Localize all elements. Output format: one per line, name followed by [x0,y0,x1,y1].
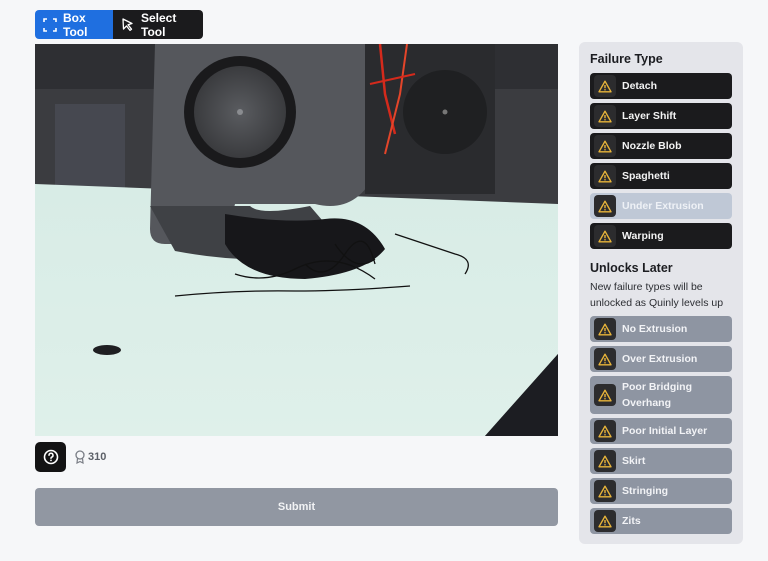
locked-type-label: Over Extrusion [622,353,698,365]
points-value: 310 [88,451,107,463]
failure-type-layer-shift[interactable]: Layer Shift [590,103,732,129]
warning-icon [594,348,616,370]
failure-type-detach[interactable]: Detach [590,73,732,99]
warning-icon [594,225,616,247]
locked-type-poor-initial-layer: Poor Initial Layer [590,418,732,444]
box-tool-button[interactable]: Box Tool [35,10,113,39]
locked-type-label: Poor Initial Layer [622,425,708,437]
failure-type-label: Detach [622,80,658,92]
annotation-image-canvas[interactable] [35,44,558,436]
failure-type-nozzle-blob[interactable]: Nozzle Blob [590,133,732,159]
select-tool-label: Select Tool [141,10,177,39]
locked-type-no-extrusion: No Extrusion [590,316,732,342]
failure-type-panel: Failure Type Detach Layer Shift Nozzle Blo… [579,42,743,544]
locked-type-list: No Extrusion Over Extrusion Poor Bridging … [590,316,732,534]
box-select-icon [43,17,57,32]
failure-type-heading: Failure Type [590,52,663,66]
failure-type-label: Under Extrusion [622,200,704,212]
warning-icon [594,480,616,502]
warning-icon [594,135,616,157]
locked-type-over-extrusion: Over Extrusion [590,346,732,372]
unlocks-later-heading: Unlocks Later [590,261,673,275]
failure-type-warping[interactable]: Warping [590,223,732,249]
annotation-app: Box Tool Select Tool 310 Submit Failure … [0,0,768,561]
failure-type-under-extrusion[interactable]: Under Extrusion [590,193,732,219]
select-tool-button[interactable]: Select Tool [113,10,203,39]
failure-type-list: Detach Layer Shift Nozzle Blob Spaghetti Und… [590,73,732,249]
failure-type-label: Layer Shift [622,110,677,122]
award-ribbon-icon [75,450,85,464]
submit-button[interactable]: Submit [35,488,558,526]
warning-icon [594,105,616,127]
help-button[interactable] [35,442,66,472]
unlocks-note: New failure types will be unlocked as Qu… [590,281,724,309]
failure-type-spaghetti[interactable]: Spaghetti [590,163,732,189]
locked-type-label: Poor Bridging Overhang [622,381,692,409]
warning-icon [594,510,616,532]
tool-switcher: Box Tool Select Tool [35,10,203,39]
locked-type-zits: Zits [590,508,732,534]
failure-type-label: Warping [622,230,664,242]
warning-icon [594,195,616,217]
warning-icon [594,420,616,442]
help-circle-icon [43,449,58,465]
warning-icon [594,450,616,472]
warning-icon [594,318,616,340]
locked-type-label: Stringing [622,485,669,497]
printer-photo [35,44,558,436]
warning-icon [594,75,616,97]
failure-type-label: Spaghetti [622,170,670,182]
warning-icon [594,384,616,406]
locked-type-label: Skirt [622,455,646,467]
locked-type-label: No Extrusion [622,323,688,335]
locked-type-poor-bridging-overhang: Poor Bridging Overhang [590,376,732,414]
warning-icon [594,165,616,187]
locked-type-stringing: Stringing [590,478,732,504]
failure-type-label: Nozzle Blob [622,140,682,152]
box-tool-label: Box Tool [63,10,88,39]
locked-type-label: Zits [622,515,641,527]
points-display: 310 [74,450,106,464]
locked-type-skirt: Skirt [590,448,732,474]
cursor-arrow-icon [122,17,133,31]
